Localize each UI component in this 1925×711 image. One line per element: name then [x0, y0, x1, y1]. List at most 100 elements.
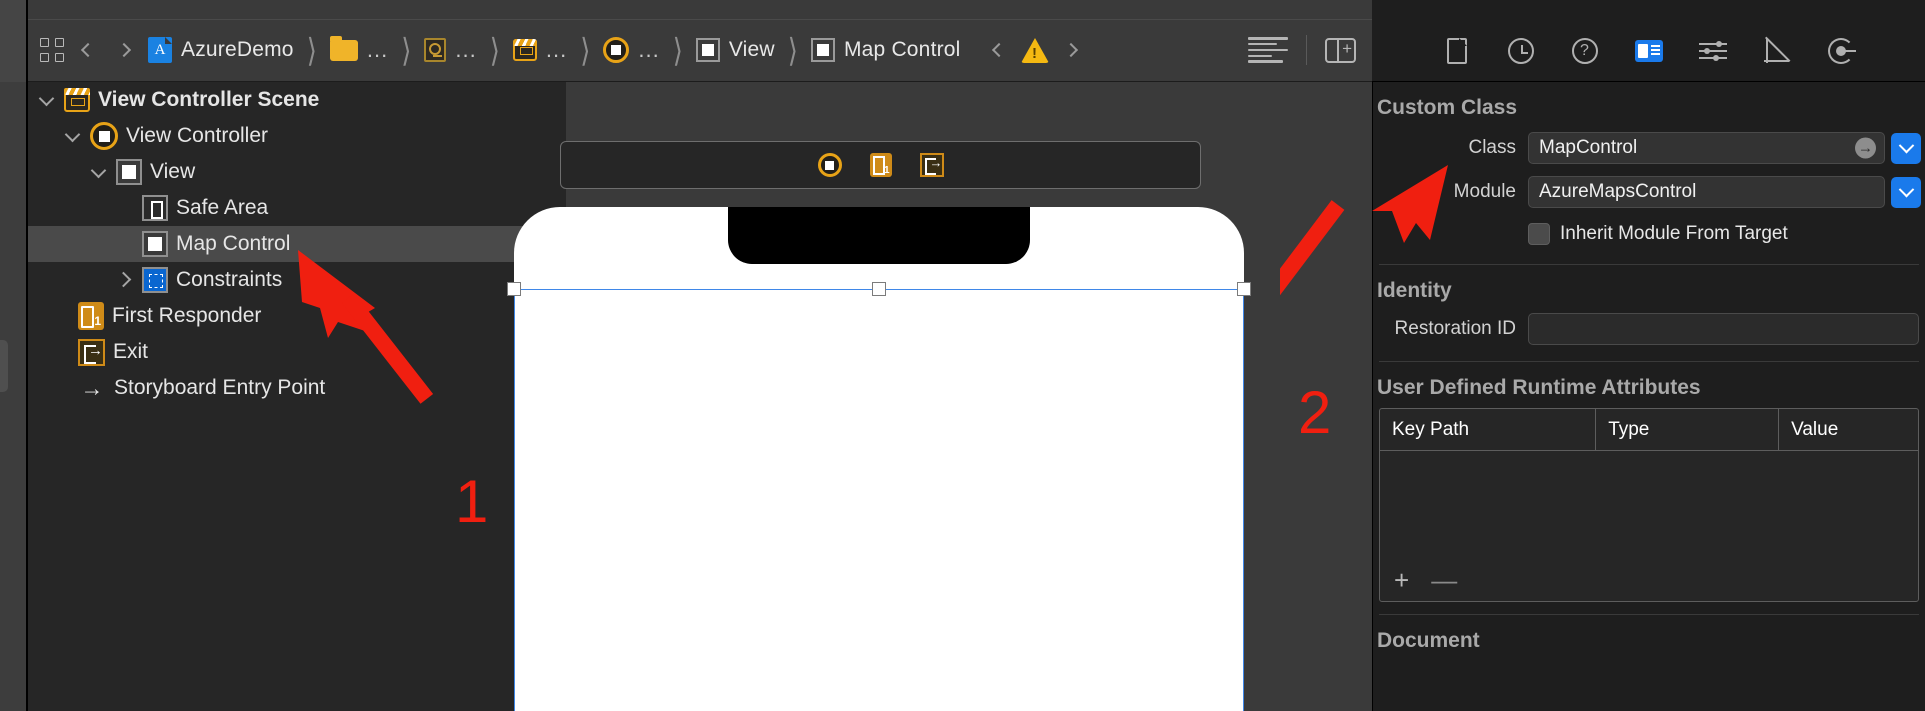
breadcrumb-label: ...: [638, 37, 660, 62]
inherit-module-row[interactable]: Inherit Module From Target: [1373, 214, 1925, 254]
chevron-down-icon[interactable]: [90, 163, 108, 181]
tree-row-storyboard-entry-point[interactable]: → Storyboard Entry Point: [28, 370, 566, 406]
next-issue-button[interactable]: [1053, 32, 1089, 68]
tree-row-view-controller[interactable]: View Controller: [28, 118, 566, 154]
editor-breadcrumb-bar: AzureDemo ⟩ ... ⟩ ... ⟩ ... ⟩: [0, 0, 1372, 82]
breadcrumb-separator: ⟩: [401, 31, 412, 69]
view-icon: [142, 231, 168, 257]
view-icon: [695, 38, 720, 62]
table-body[interactable]: [1380, 451, 1918, 559]
breadcrumb-separator: ⟩: [787, 31, 798, 69]
go-back-button[interactable]: [70, 32, 106, 68]
question-mark-icon: ?: [1571, 38, 1598, 64]
connections-inspector-tab[interactable]: [1824, 34, 1858, 68]
warning-triangle-icon: [1020, 37, 1049, 63]
navigator-collapse-rail[interactable]: [0, 82, 26, 711]
top-toolbar: AzureDemo ⟩ ... ⟩ ... ⟩ ... ⟩: [0, 0, 1925, 82]
folder-icon: [329, 35, 358, 61]
resize-handle-top-center[interactable]: [872, 282, 886, 296]
tree-row-label: View Controller: [126, 124, 269, 147]
first-responder-icon[interactable]: [869, 153, 892, 177]
tree-row-first-responder[interactable]: First Responder: [28, 298, 566, 334]
breadcrumb-item-scene[interactable]: ...: [507, 30, 573, 70]
chevron-right-icon[interactable]: [116, 271, 134, 289]
inherit-module-label: Inherit Module From Target: [1560, 223, 1788, 244]
exit-icon[interactable]: [919, 153, 944, 177]
map-control-selection[interactable]: [507, 282, 1251, 711]
class-field[interactable]: MapControl →: [1528, 132, 1885, 164]
module-dropdown-button[interactable]: [1891, 176, 1921, 208]
breadcrumb-item-project[interactable]: AzureDemo: [142, 30, 300, 70]
related-items-button[interactable]: [34, 32, 70, 68]
storyboard-canvas[interactable]: [507, 82, 1372, 711]
history-inspector-tab[interactable]: [1504, 34, 1538, 68]
breadcrumb-label: ...: [366, 37, 389, 62]
breadcrumb-item-storyboard[interactable]: ...: [418, 30, 482, 70]
view-controller-icon: [90, 122, 118, 150]
sidebar-resize-handle[interactable]: [0, 340, 8, 392]
breadcrumb-separator: ⟩: [672, 31, 683, 69]
breadcrumb-item-view[interactable]: View: [690, 30, 781, 70]
breadcrumb-item-view-controller[interactable]: ...: [597, 30, 665, 70]
table-footer: + —: [1380, 559, 1918, 601]
breadcrumb-separator: ⟩: [580, 31, 591, 69]
resize-handle-top-right[interactable]: [1237, 282, 1251, 296]
breadcrumb-label: Map Control: [843, 38, 961, 61]
breadcrumb-label: ...: [455, 37, 477, 62]
attributes-inspector-tab[interactable]: [1696, 34, 1730, 68]
tree-row-label: First Responder: [112, 304, 262, 327]
chevron-down-icon[interactable]: [64, 127, 82, 145]
file-inspector-tab[interactable]: [1440, 34, 1474, 68]
first-responder-icon: [78, 302, 104, 330]
column-header-value[interactable]: Value: [1778, 409, 1918, 450]
chevron-down-icon[interactable]: [38, 91, 56, 109]
column-header-type[interactable]: Type: [1595, 409, 1778, 450]
help-inspector-tab[interactable]: ?: [1568, 34, 1602, 68]
add-attribute-button[interactable]: +: [1394, 567, 1409, 593]
identity-inspector: Custom Class Class MapControl → Module A…: [1372, 82, 1925, 711]
document-section-title: Document: [1377, 629, 1480, 652]
go-forward-button[interactable]: [106, 32, 142, 68]
identity-inspector-tab[interactable]: [1632, 34, 1666, 68]
chevron-right-icon: [116, 42, 132, 58]
chevron-right-icon: [1063, 42, 1078, 58]
tree-row-constraints[interactable]: Constraints: [28, 262, 566, 298]
tree-row-view-controller-scene[interactable]: View Controller Scene: [28, 82, 566, 118]
tree-row-label: Storyboard Entry Point: [114, 376, 326, 399]
inherit-module-checkbox[interactable]: [1528, 223, 1550, 245]
size-inspector-tab[interactable]: [1760, 34, 1794, 68]
breadcrumb-label: AzureDemo: [181, 38, 294, 61]
tree-row-label: Map Control: [176, 232, 291, 255]
breadcrumb-item-map-control[interactable]: Map Control: [805, 30, 967, 70]
tree-row-label: Exit: [113, 340, 149, 363]
resize-handle-top-left[interactable]: [507, 282, 521, 296]
issue-indicator[interactable]: [1017, 32, 1053, 68]
chevron-left-icon: [80, 42, 96, 58]
jump-to-definition-icon[interactable]: →: [1855, 137, 1876, 159]
column-header-key-path[interactable]: Key Path: [1380, 409, 1595, 450]
tree-row-view[interactable]: View: [28, 154, 566, 190]
tree-row-safe-area[interactable]: Safe Area: [28, 190, 566, 226]
storyboard-file-icon: [424, 38, 447, 62]
add-editor-icon[interactable]: [1325, 36, 1356, 63]
document-lines-icon[interactable]: [1248, 37, 1288, 63]
view-controller-icon[interactable]: [817, 153, 842, 177]
exit-icon: [78, 338, 105, 366]
scene-icon: [64, 87, 90, 112]
breadcrumb-item-folder[interactable]: ...: [324, 30, 394, 70]
class-dropdown-button[interactable]: [1891, 132, 1921, 164]
breadcrumb-label: View: [728, 38, 775, 61]
tree-row-exit[interactable]: Exit: [28, 334, 566, 370]
runtime-attributes-table: Key Path Type Value + —: [1379, 408, 1919, 602]
module-field[interactable]: AzureMapsControl: [1528, 176, 1885, 208]
class-label: Class: [1468, 137, 1516, 158]
restoration-id-input[interactable]: [1528, 313, 1919, 345]
previous-issue-button[interactable]: [981, 32, 1017, 68]
grid-icon: [40, 38, 64, 62]
safe-area-icon: [142, 195, 168, 221]
runtime-attributes-section-title: User Defined Runtime Attributes: [1377, 376, 1701, 399]
remove-attribute-button[interactable]: —: [1431, 567, 1457, 593]
tree-row-map-control[interactable]: Map Control: [28, 226, 566, 262]
document-outline: View Controller Scene View Controller Vi…: [28, 82, 566, 711]
annotation-number-1: 1: [455, 468, 489, 535]
